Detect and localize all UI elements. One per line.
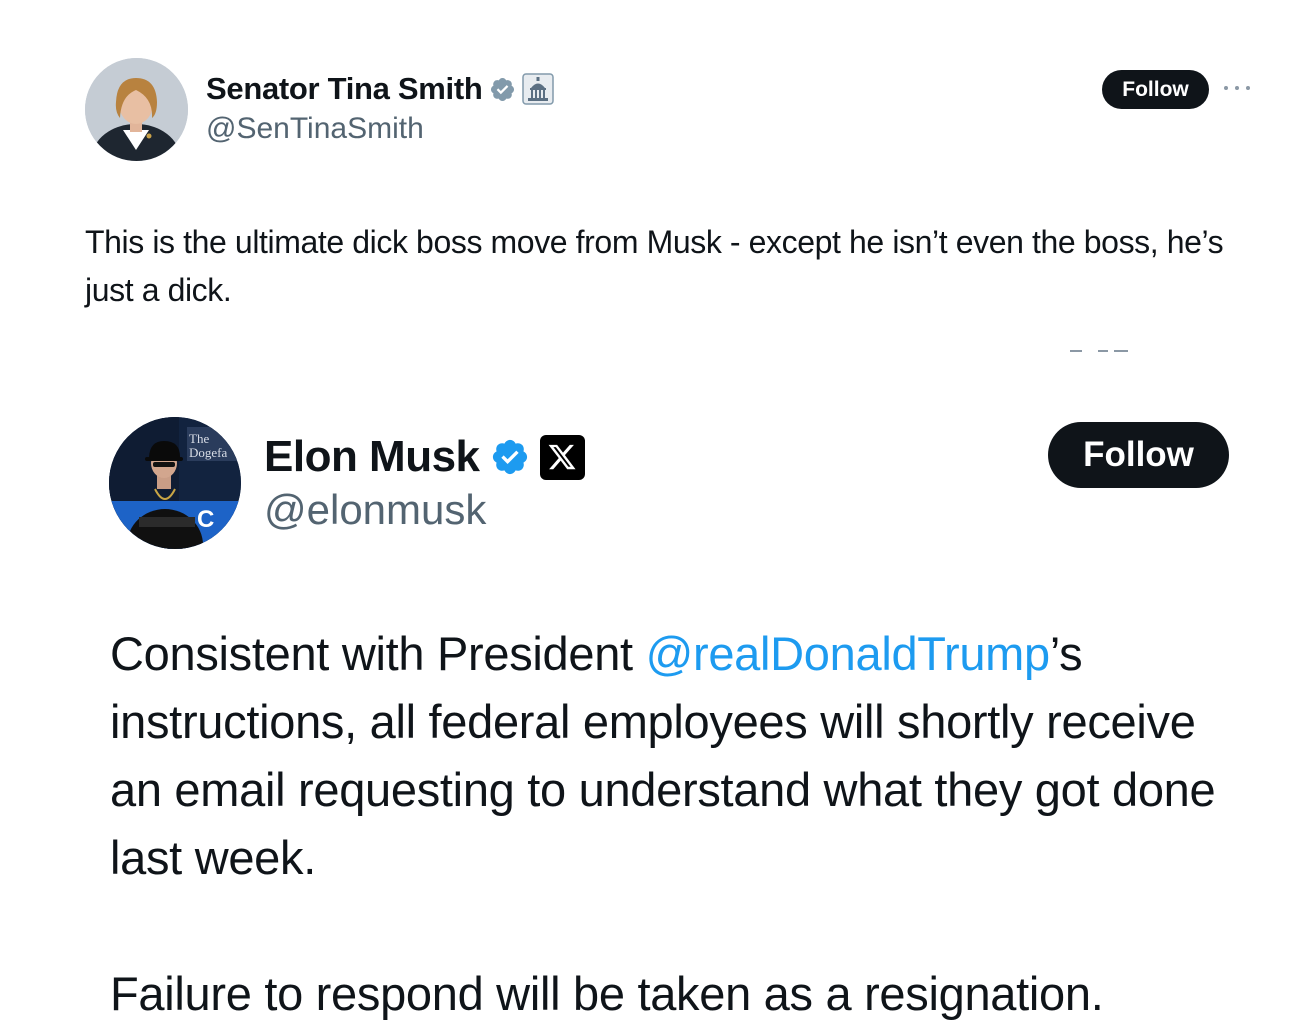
svg-text:The: The [189, 431, 209, 446]
verified-check-icon [489, 76, 516, 103]
more-dots-icon[interactable] [1224, 78, 1250, 98]
follow-button[interactable]: Follow [1102, 70, 1209, 109]
outer-author-row: Senator Tina Smith [206, 70, 554, 108]
tweet-text: This is the ultimate dick boss move from… [85, 224, 1224, 308]
follow-button-quoted[interactable]: Follow [1048, 422, 1229, 488]
quoted-author-name[interactable]: Elon Musk [264, 432, 480, 482]
elon-musk-avatar[interactable]: The Dogefa C [109, 417, 241, 549]
svg-text:C: C [197, 506, 214, 533]
svg-text:Dogefa: Dogefa [189, 445, 227, 460]
divider-dashes [1070, 350, 1128, 352]
mention-link[interactable]: @realDonaldTrump [646, 627, 1051, 680]
author-handle[interactable]: @SenTinaSmith [206, 112, 424, 146]
quoted-tweet-text-second: Failure to respond will be taken as a re… [110, 967, 1104, 1020]
verified-check-icon [490, 437, 530, 477]
quoted-author-handle[interactable]: @elonmusk [264, 486, 486, 534]
tweet-screenshot: Senator Tina Smith @SenTinaSmith Follow [0, 0, 1305, 1025]
quoted-author-row: Elon Musk [264, 430, 585, 484]
author-name[interactable]: Senator Tina Smith [206, 71, 483, 107]
quoted-text-start: Consistent with President [110, 627, 646, 680]
sen-tina-smith-avatar[interactable] [85, 58, 188, 161]
quoted-tweet-text: Consistent with President @realDonaldTru… [110, 620, 1250, 892]
x-logo-icon [539, 434, 585, 480]
capitol-icon [521, 73, 554, 105]
